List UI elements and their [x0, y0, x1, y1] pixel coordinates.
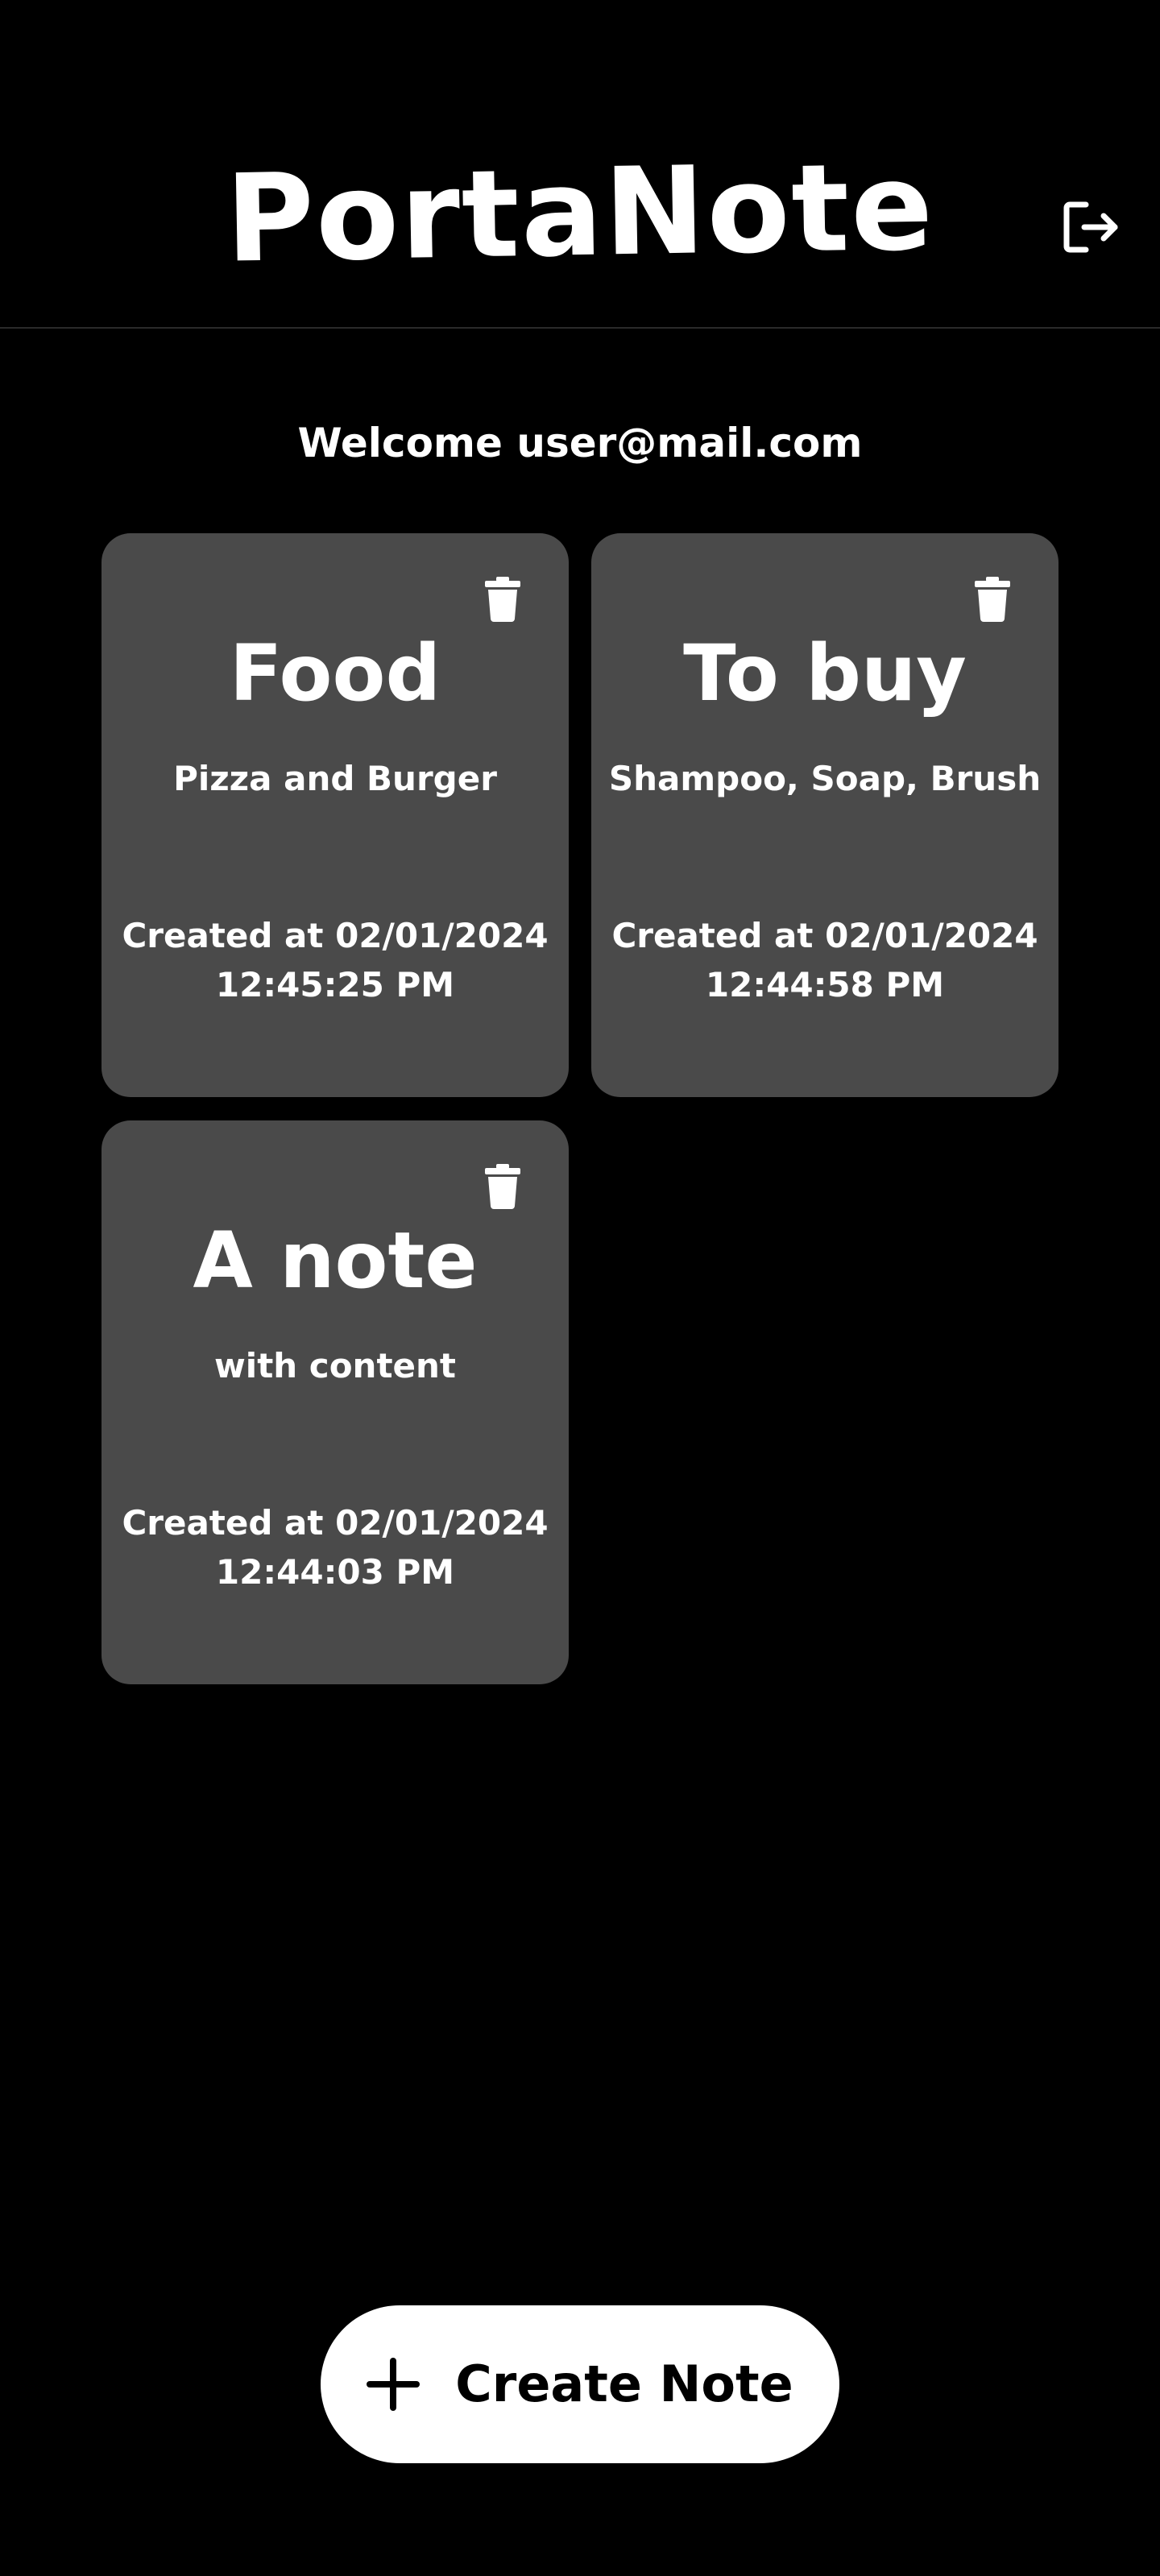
note-created-at: Created at 02/01/2024 12:44:58 PM [607, 912, 1042, 1010]
note-created-date: Created at 02/01/2024 [122, 1503, 549, 1543]
trash-icon [485, 577, 520, 622]
trash-icon [485, 1164, 520, 1209]
note-title: A note [193, 1216, 478, 1306]
logout-icon [1063, 201, 1118, 253]
create-note-label: Create Note [455, 2354, 793, 2413]
note-created-time: 12:44:58 PM [705, 964, 945, 1004]
note-created-at: Created at 02/01/2024 12:45:25 PM [118, 912, 553, 1010]
note-created-time: 12:45:25 PM [215, 964, 455, 1004]
note-card[interactable]: To buy Shampoo, Soap, Brush Created at 0… [591, 533, 1058, 1097]
delete-note-button[interactable] [485, 1164, 520, 1209]
plus-icon [367, 2358, 420, 2411]
app-header: PortaNote [0, 0, 1160, 329]
notes-page: PortaNote Welcome user@mail.com Food Piz… [0, 0, 1160, 2576]
create-note-button[interactable]: Create Note [321, 2305, 839, 2463]
delete-note-button[interactable] [975, 577, 1010, 622]
note-created-time: 12:44:03 PM [215, 1551, 455, 1592]
note-content: Shampoo, Soap, Brush [608, 759, 1042, 798]
note-title: Food [229, 628, 441, 719]
delete-note-button[interactable] [485, 577, 520, 622]
welcome-message: Welcome user@mail.com [297, 420, 863, 466]
note-created-date: Created at 02/01/2024 [122, 916, 549, 955]
app-title: PortaNote [224, 137, 936, 290]
logout-button[interactable] [1062, 200, 1121, 255]
trash-icon [975, 577, 1010, 622]
note-content: with content [214, 1346, 456, 1385]
note-card[interactable]: Food Pizza and Burger Created at 02/01/2… [102, 533, 569, 1097]
note-title: To buy [683, 628, 967, 719]
note-content: Pizza and Burger [173, 759, 497, 798]
note-created-at: Created at 02/01/2024 12:44:03 PM [118, 1499, 553, 1597]
note-card[interactable]: A note with content Created at 02/01/202… [102, 1120, 569, 1684]
note-created-date: Created at 02/01/2024 [611, 916, 1038, 955]
